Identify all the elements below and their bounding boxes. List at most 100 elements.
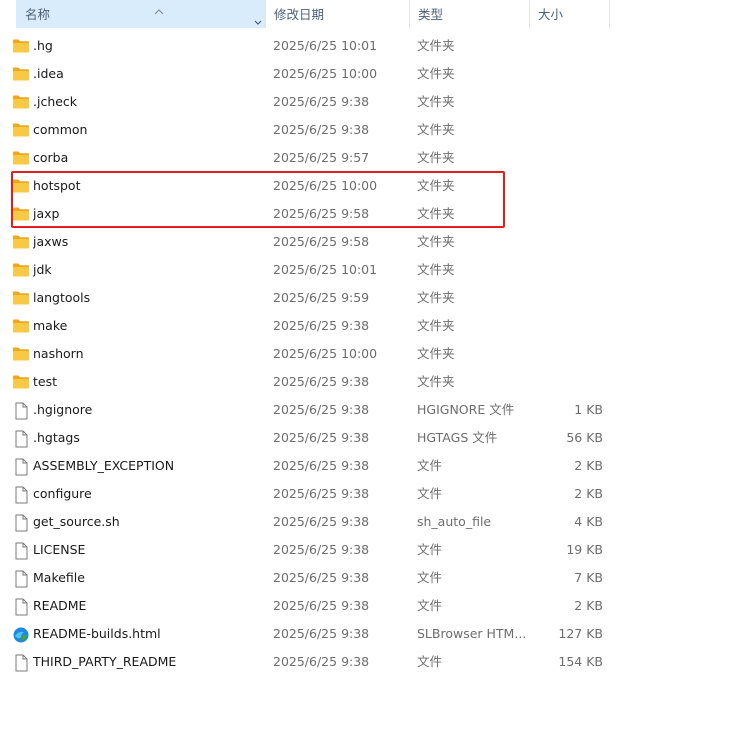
file-row[interactable]: LICENSE 2025/6/25 9:38 文件 19 KB xyxy=(0,536,620,564)
chevron-down-icon[interactable] xyxy=(253,9,263,25)
file-name: .hgignore xyxy=(33,402,93,417)
file-name: ASSEMBLY_EXCEPTION xyxy=(33,458,175,473)
file-row[interactable]: .hgignore 2025/6/25 9:38 HGIGNORE 文件 1 KB xyxy=(0,396,620,424)
file-date-modified: 2025/6/25 9:38 xyxy=(273,542,370,557)
file-icon xyxy=(12,536,30,564)
file-size xyxy=(530,200,603,228)
folder-icon xyxy=(12,88,30,116)
folder-row[interactable]: .hg 2025/6/25 10:01 文件夹 xyxy=(0,32,620,60)
file-name: .hgtags xyxy=(33,430,80,445)
column-header-size[interactable]: 大小 xyxy=(530,0,610,28)
folder-row[interactable]: make 2025/6/25 9:38 文件夹 xyxy=(0,312,620,340)
file-row[interactable]: Makefile 2025/6/25 9:38 文件 7 KB xyxy=(0,564,620,592)
file-row[interactable]: .hgtags 2025/6/25 9:38 HGTAGS 文件 56 KB xyxy=(0,424,620,452)
file-size xyxy=(530,368,603,396)
file-type: SLBrowser HTM... xyxy=(417,626,527,641)
file-name: corba xyxy=(33,150,69,165)
folder-row[interactable]: jdk 2025/6/25 10:01 文件夹 xyxy=(0,256,620,284)
file-size xyxy=(530,284,603,312)
folder-row[interactable]: jaxp 2025/6/25 9:58 文件夹 xyxy=(0,200,620,228)
file-date-modified: 2025/6/25 9:58 xyxy=(273,206,370,221)
file-date-modified: 2025/6/25 9:57 xyxy=(273,150,370,165)
file-date-modified: 2025/6/25 9:38 xyxy=(273,514,370,529)
file-type: 文件夹 xyxy=(417,234,455,249)
folder-icon xyxy=(12,116,30,144)
file-name: README xyxy=(33,598,87,613)
sort-ascending-icon xyxy=(152,0,166,15)
file-size xyxy=(530,60,603,88)
file-name: configure xyxy=(33,486,92,501)
file-date-modified: 2025/6/25 9:38 xyxy=(273,598,370,613)
file-icon xyxy=(12,564,30,592)
file-name: .idea xyxy=(33,66,64,81)
column-header-size-label: 大小 xyxy=(538,7,564,22)
file-date-modified: 2025/6/25 9:38 xyxy=(273,458,370,473)
file-size: 4 KB xyxy=(574,514,603,529)
file-name: get_source.sh xyxy=(33,514,120,529)
folder-row[interactable]: .jcheck 2025/6/25 9:38 文件夹 xyxy=(0,88,620,116)
file-name: jaxws xyxy=(33,234,69,249)
file-size: 1 KB xyxy=(574,402,603,417)
file-type: 文件 xyxy=(417,542,443,557)
folder-row[interactable]: langtools 2025/6/25 9:59 文件夹 xyxy=(0,284,620,312)
file-date-modified: 2025/6/25 9:38 xyxy=(273,122,370,137)
file-icon xyxy=(12,480,30,508)
file-row[interactable]: get_source.sh 2025/6/25 9:38 sh_auto_file 4… xyxy=(0,508,620,536)
file-name: Makefile xyxy=(33,570,85,585)
file-date-modified: 2025/6/25 9:38 xyxy=(273,626,370,641)
column-header-date-modified[interactable]: 修改日期 xyxy=(266,0,410,28)
file-name: nashorn xyxy=(33,346,84,361)
file-name: .jcheck xyxy=(33,94,78,109)
file-date-modified: 2025/6/25 9:38 xyxy=(273,94,370,109)
column-header-name[interactable]: 名称 xyxy=(16,0,266,28)
file-type: 文件夹 xyxy=(417,374,455,389)
file-size xyxy=(530,172,603,200)
column-header-type[interactable]: 类型 xyxy=(410,0,530,28)
folder-icon xyxy=(12,368,30,396)
file-type: 文件夹 xyxy=(417,38,455,53)
file-size xyxy=(530,32,603,60)
folder-icon xyxy=(12,144,30,172)
file-date-modified: 2025/6/25 9:38 xyxy=(273,374,370,389)
file-size: 154 KB xyxy=(558,654,603,669)
file-size xyxy=(530,340,603,368)
file-date-modified: 2025/6/25 9:38 xyxy=(273,430,370,445)
file-row[interactable]: README-builds.html 2025/6/25 9:38 SLBrowse… xyxy=(0,620,620,648)
file-row[interactable]: THIRD_PARTY_README 2025/6/25 9:38 文件 154 KB xyxy=(0,648,620,676)
file-type: sh_auto_file xyxy=(417,514,492,529)
folder-row[interactable]: common 2025/6/25 9:38 文件夹 xyxy=(0,116,620,144)
file-date-modified: 2025/6/25 10:00 xyxy=(273,66,378,81)
folder-row[interactable]: hotspot 2025/6/25 10:00 文件夹 xyxy=(0,172,620,200)
folder-icon xyxy=(12,256,30,284)
folder-row[interactable]: test 2025/6/25 9:38 文件夹 xyxy=(0,368,620,396)
file-type: 文件 xyxy=(417,570,443,585)
folder-row[interactable]: jaxws 2025/6/25 9:58 文件夹 xyxy=(0,228,620,256)
file-name: LICENSE xyxy=(33,542,86,557)
folder-row[interactable]: nashorn 2025/6/25 10:00 文件夹 xyxy=(0,340,620,368)
file-name: langtools xyxy=(33,290,91,305)
file-name: hotspot xyxy=(33,178,81,193)
file-date-modified: 2025/6/25 10:01 xyxy=(273,262,378,277)
file-type: 文件夹 xyxy=(417,178,455,193)
folder-icon xyxy=(12,200,30,228)
file-row[interactable]: configure 2025/6/25 9:38 文件 2 KB xyxy=(0,480,620,508)
file-date-modified: 2025/6/25 9:38 xyxy=(273,486,370,501)
file-row[interactable]: README 2025/6/25 9:38 文件 2 KB xyxy=(0,592,620,620)
folder-icon xyxy=(12,340,30,368)
folder-icon xyxy=(12,312,30,340)
file-size xyxy=(530,116,603,144)
file-size xyxy=(530,256,603,284)
folder-row[interactable]: .idea 2025/6/25 10:00 文件夹 xyxy=(0,60,620,88)
folder-row[interactable]: corba 2025/6/25 9:57 文件夹 xyxy=(0,144,620,172)
file-row[interactable]: ASSEMBLY_EXCEPTION 2025/6/25 9:38 文件 2 KB xyxy=(0,452,620,480)
file-icon xyxy=(12,452,30,480)
column-header-name-label: 名称 xyxy=(25,7,51,22)
file-date-modified: 2025/6/25 9:38 xyxy=(273,654,370,669)
file-icon xyxy=(12,592,30,620)
file-name: common xyxy=(33,122,88,137)
file-type: 文件 xyxy=(417,486,443,501)
file-size: 7 KB xyxy=(574,570,603,585)
file-type: 文件 xyxy=(417,598,443,613)
folder-icon xyxy=(12,60,30,88)
file-date-modified: 2025/6/25 9:38 xyxy=(273,570,370,585)
